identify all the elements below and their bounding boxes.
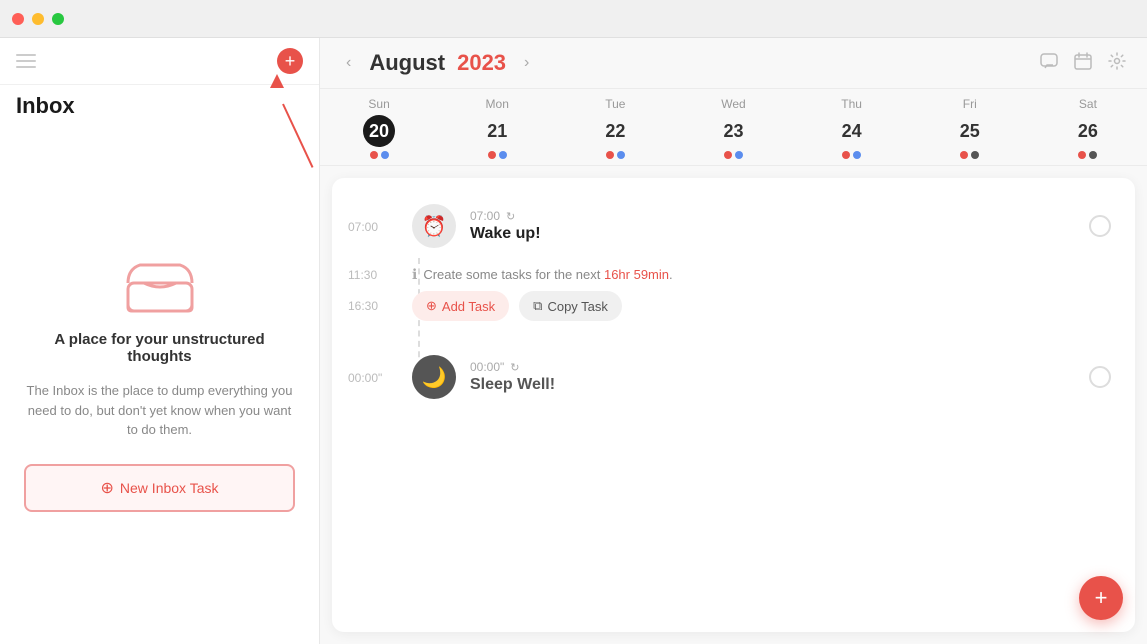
prev-month-button[interactable]: ‹ [340, 52, 357, 74]
calendar-header: ‹ August 2023 › [320, 38, 1147, 89]
timeline-area: 07:00 ⏰ 07:00 ↻ Wake up! [332, 178, 1135, 632]
day-col-wed[interactable]: Wed 23 [674, 89, 792, 165]
sidebar-header [0, 38, 319, 85]
moon-icon-wrap: 🌙 [412, 355, 456, 399]
sidebar-content: A place for your unstructured thoughts T… [0, 123, 319, 644]
day-num-mon: 21 [481, 115, 513, 147]
add-button[interactable]: + [277, 48, 303, 74]
highlight-time: 16hr 59min [604, 267, 669, 282]
middle-info-section: 11:30 ℹ Create some tasks for the next 1… [332, 258, 1135, 329]
settings-icon[interactable] [1107, 51, 1127, 76]
moon-icon: 🌙 [422, 365, 447, 390]
day-dots-wed [724, 151, 743, 159]
sleep-event-time: 00:00" [470, 360, 504, 374]
calendar-month: August [369, 50, 445, 76]
new-inbox-task-button[interactable]: ⊕ New Inbox Task [24, 464, 295, 512]
copy-task-label: Copy Task [547, 299, 607, 314]
days-row: Sun 20 Mon 21 Tue 22 [320, 89, 1147, 166]
wake-up-time-label: 07:00 [348, 218, 398, 234]
sleep-event-time-row: 00:00" ↻ [470, 360, 1089, 374]
day-col-mon[interactable]: Mon 21 [438, 89, 556, 165]
day-dots-thu [842, 151, 861, 159]
alarm-icon: ⏰ [422, 214, 447, 239]
day-name-sat: Sat [1079, 97, 1097, 111]
day-name-wed: Wed [721, 97, 745, 111]
next-month-button[interactable]: › [518, 52, 535, 74]
info-text: Create some tasks for the next 16hr 59mi… [423, 267, 672, 282]
fab-button[interactable]: + [1079, 576, 1123, 620]
title-bar [0, 0, 1147, 38]
sidebar-title: Inbox [0, 85, 319, 123]
new-inbox-task-label: New Inbox Task [120, 480, 219, 496]
sidebar: + Inbox A place for your [0, 38, 320, 644]
add-task-button[interactable]: ⊕ Add Task [412, 291, 509, 321]
copy-icon: ⧉ [533, 298, 542, 314]
day-name-tue: Tue [605, 97, 625, 111]
day-num-tue: 22 [599, 115, 631, 147]
chat-icon[interactable] [1039, 51, 1059, 76]
main-layout: + Inbox A place for your [0, 38, 1147, 644]
calendar-icon[interactable] [1073, 51, 1093, 76]
sleep-recur-icon: ↻ [510, 361, 519, 374]
add-task-plus-icon: ⊕ [426, 298, 437, 314]
inbox-icon [120, 255, 200, 315]
wake-up-event-content: 07:00 ↻ Wake up! [470, 209, 1089, 243]
add-task-label: Add Task [442, 299, 495, 314]
wake-up-event-title: Wake up! [470, 225, 1089, 243]
wake-up-event-time: 07:00 [470, 209, 500, 223]
day-col-sat[interactable]: Sat 26 [1029, 89, 1147, 165]
task-action-buttons: ⊕ Add Task ⧉ Copy Task [412, 291, 622, 321]
mid-time-1130: 11:30 [348, 268, 398, 282]
sleep-check-button[interactable] [1089, 366, 1111, 388]
sleep-event-content: 00:00" ↻ Sleep Well! [470, 360, 1089, 394]
wake-up-check-button[interactable] [1089, 215, 1111, 237]
sleep-event-title: Sleep Well! [470, 376, 1089, 394]
sidebar-empty-description: The Inbox is the place to dump everythin… [24, 381, 295, 440]
info-icon: ℹ [412, 266, 417, 283]
day-dots-sat [1078, 151, 1097, 159]
maximize-button[interactable] [52, 13, 64, 25]
day-name-fri: Fri [963, 97, 977, 111]
day-name-mon: Mon [486, 97, 509, 111]
calendar-area: ‹ August 2023 › [320, 38, 1147, 644]
calendar-year: 2023 [457, 50, 506, 76]
day-num-sat: 26 [1072, 115, 1104, 147]
sleep-time-label: 00:00" [348, 369, 398, 385]
sidebar-empty-title: A place for your unstructured thoughts [24, 331, 295, 365]
close-button[interactable] [12, 13, 24, 25]
calendar-header-icons [1039, 51, 1127, 76]
day-name-sun: Sun [368, 97, 389, 111]
inbox-illustration [120, 255, 200, 315]
sidebar-toggle-button[interactable] [16, 50, 44, 72]
wake-up-event-row: 07:00 ⏰ 07:00 ↻ Wake up! [332, 194, 1135, 258]
alarm-icon-wrap: ⏰ [412, 204, 456, 248]
day-col-fri[interactable]: Fri 25 [911, 89, 1029, 165]
mid-time-1630: 16:30 [348, 299, 398, 313]
day-dots-tue [606, 151, 625, 159]
sleep-event-row: 00:00" 🌙 00:00" ↻ Sleep Well! [332, 345, 1135, 409]
wake-up-event-time-row: 07:00 ↻ [470, 209, 1089, 223]
day-num-wed: 23 [717, 115, 749, 147]
day-col-thu[interactable]: Thu 24 [793, 89, 911, 165]
plus-icon: ⊕ [101, 478, 114, 498]
copy-task-button[interactable]: ⧉ Copy Task [519, 291, 622, 321]
day-num-sun: 20 [363, 115, 395, 147]
day-num-fri: 25 [954, 115, 986, 147]
day-dots-fri [960, 151, 979, 159]
day-col-tue[interactable]: Tue 22 [556, 89, 674, 165]
info-row: ℹ Create some tasks for the next 16hr 59… [412, 266, 673, 283]
day-dots-mon [488, 151, 507, 159]
minimize-button[interactable] [32, 13, 44, 25]
recur-icon: ↻ [506, 210, 515, 223]
day-col-sun[interactable]: Sun 20 [320, 89, 438, 165]
day-num-thu: 24 [836, 115, 868, 147]
day-dots-sun [370, 151, 389, 159]
day-name-thu: Thu [841, 97, 862, 111]
